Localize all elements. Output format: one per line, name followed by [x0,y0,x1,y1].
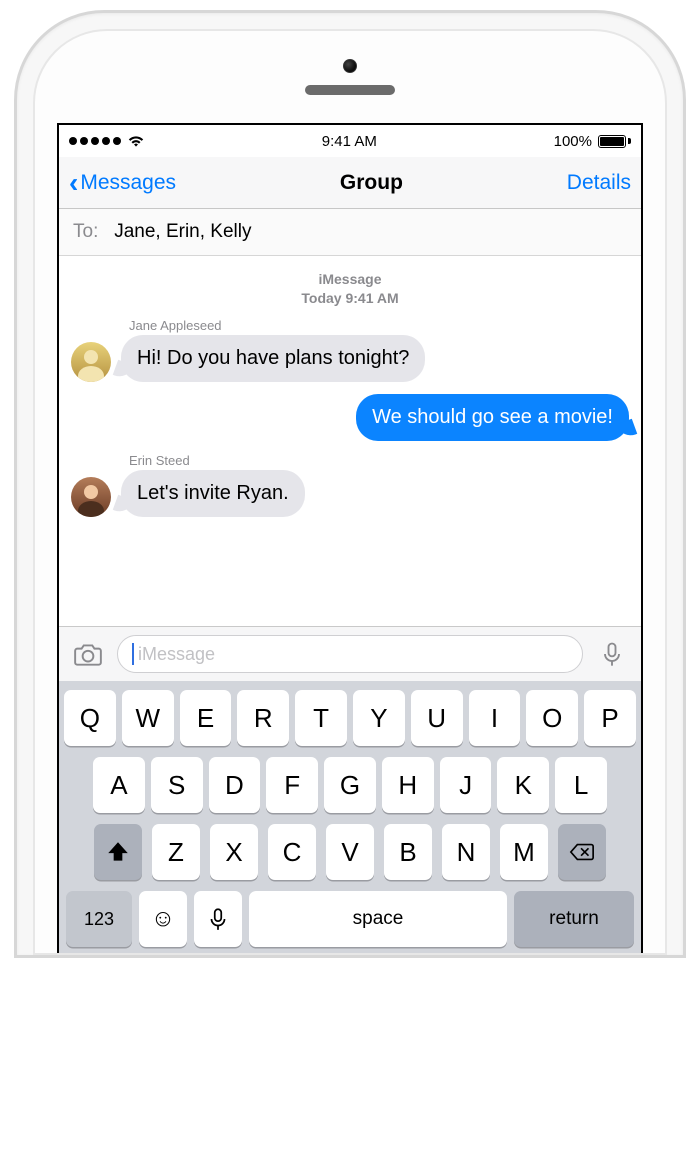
status-time: 9:41 AM [322,133,377,150]
key-e[interactable]: E [180,690,232,746]
earpiece-speaker [305,85,395,95]
key-b[interactable]: B [384,824,432,880]
chevron-left-icon: ‹ [69,169,78,197]
key-f[interactable]: F [266,757,318,813]
backspace-icon [569,839,595,865]
message-row: Hi! Do you have plans tonight? [71,335,629,382]
shift-icon [105,839,131,865]
key-space[interactable]: space [249,891,507,947]
key-x[interactable]: X [210,824,258,880]
message-bubble-incoming[interactable]: Hi! Do you have plans tonight? [121,335,425,382]
conversation-view[interactable]: iMessage Today 9:41 AM Jane Appleseed Hi… [59,256,641,626]
keyboard: Q W E R T Y U I O P A S D F G H [59,681,641,953]
back-label: Messages [80,171,176,195]
camera-icon [73,641,103,667]
key-w[interactable]: W [122,690,174,746]
key-emoji[interactable]: ☺ [139,891,187,947]
message-row: Let's invite Ryan. [71,470,629,517]
service-label: iMessage [71,270,629,289]
key-o[interactable]: O [526,690,578,746]
keyboard-row-4: 123 ☺ space return [64,891,636,953]
conversation-timestamp: Today 9:41 AM [71,289,629,308]
message-bubble-incoming[interactable]: Let's invite Ryan. [121,470,305,517]
details-button[interactable]: Details [567,171,631,195]
key-m[interactable]: M [500,824,548,880]
cell-signal-icon [69,137,121,145]
avatar[interactable] [71,342,111,382]
key-shift[interactable] [94,824,142,880]
key-d[interactable]: D [209,757,261,813]
voice-message-button[interactable] [593,635,631,673]
message-bubble-outgoing[interactable]: We should go see a movie! [356,394,629,441]
to-recipients: Jane, Erin, Kelly [114,221,251,242]
avatar[interactable] [71,477,111,517]
key-q[interactable]: Q [64,690,116,746]
key-dictation[interactable] [194,891,242,947]
screen: 9:41 AM 100% ‹ Messages Group Details [57,123,643,953]
key-y[interactable]: Y [353,690,405,746]
to-field[interactable]: To: Jane, Erin, Kelly [59,209,641,256]
message-row: We should go see a movie! [71,394,629,441]
nav-bar: ‹ Messages Group Details [59,157,641,209]
status-bar: 9:41 AM 100% [59,125,641,157]
key-r[interactable]: R [237,690,289,746]
key-return[interactable]: return [514,891,634,947]
wifi-icon [127,134,145,148]
key-j[interactable]: J [440,757,492,813]
emoji-icon: ☺ [151,905,176,933]
back-button[interactable]: ‹ Messages [69,169,176,197]
key-a[interactable]: A [93,757,145,813]
key-i[interactable]: I [469,690,521,746]
keyboard-row-3: Z X C V B N M [64,824,636,880]
key-k[interactable]: K [497,757,549,813]
message-input[interactable]: iMessage [117,635,583,673]
compose-bar: iMessage [59,626,641,681]
sender-name: Jane Appleseed [129,318,629,333]
keyboard-row-2: A S D F G H J K L [64,757,636,813]
key-delete[interactable] [558,824,606,880]
camera-button[interactable] [69,635,107,673]
text-cursor [132,643,134,665]
message-placeholder: iMessage [138,644,215,665]
key-h[interactable]: H [382,757,434,813]
microphone-icon [598,640,626,668]
microphone-icon [205,906,231,932]
battery-icon [598,135,631,148]
key-u[interactable]: U [411,690,463,746]
sender-name: Erin Steed [129,453,629,468]
key-numbers[interactable]: 123 [66,891,132,947]
key-n[interactable]: N [442,824,490,880]
key-l[interactable]: L [555,757,607,813]
key-p[interactable]: P [584,690,636,746]
phone-frame: 9:41 AM 100% ‹ Messages Group Details [14,10,686,958]
battery-percent: 100% [554,133,592,150]
front-camera [343,59,357,73]
key-v[interactable]: V [326,824,374,880]
key-s[interactable]: S [151,757,203,813]
key-c[interactable]: C [268,824,316,880]
phone-bezel: 9:41 AM 100% ‹ Messages Group Details [33,29,667,955]
to-prefix: To: [73,221,98,242]
keyboard-row-1: Q W E R T Y U I O P [64,690,636,746]
phone-sensors [35,31,665,123]
key-z[interactable]: Z [152,824,200,880]
conversation-header: iMessage Today 9:41 AM [71,270,629,308]
key-g[interactable]: G [324,757,376,813]
nav-title: Group [340,171,403,195]
key-t[interactable]: T [295,690,347,746]
